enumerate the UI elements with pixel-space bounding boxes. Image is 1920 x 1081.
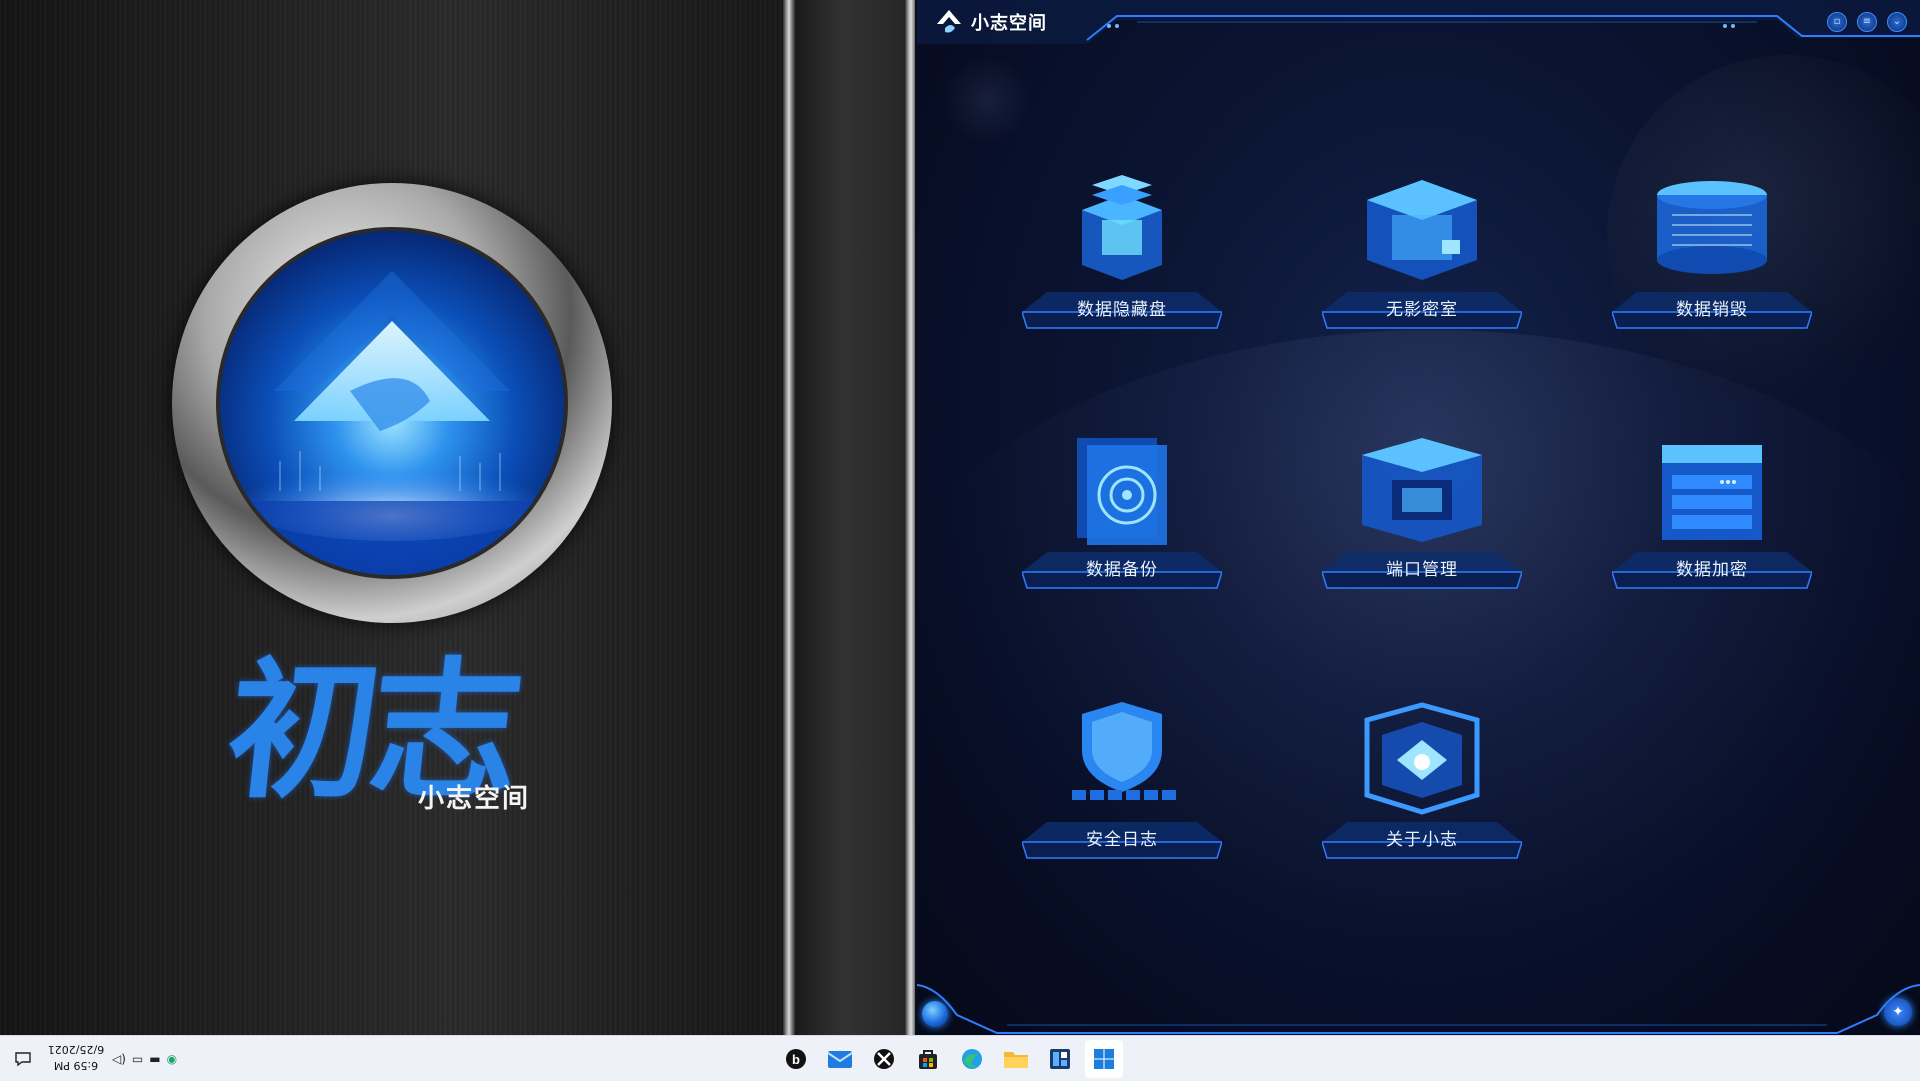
notification-icon[interactable]	[4, 1040, 42, 1078]
volume-icon[interactable]: ◁)	[112, 1052, 126, 1066]
start-icon[interactable]	[1085, 1040, 1123, 1078]
tile-security-log[interactable]: 安全日志	[1020, 700, 1224, 865]
port-cube-icon	[1322, 430, 1522, 560]
taskbar: 6:59 PM 6/25/2021 ◁) ▭ ▬ ◉ b	[0, 1035, 1920, 1081]
xbox-icon[interactable]	[865, 1040, 903, 1078]
tile-shadowless-room[interactable]: 无影密室	[1320, 170, 1524, 335]
tile-port-management[interactable]: 端口管理	[1320, 430, 1524, 595]
metal-strip	[795, 0, 915, 1035]
tile-label: 数据备份	[1086, 560, 1158, 580]
brand-logo-emblem	[172, 183, 612, 623]
clock[interactable]: 6:59 PM 6/25/2021	[44, 1041, 108, 1073]
tile-label: 数据加密	[1676, 560, 1748, 580]
edge-icon[interactable]	[953, 1040, 991, 1078]
battery-icon[interactable]: ▬	[149, 1052, 160, 1066]
system-tray: ◁) ▭ ▬ ◉	[112, 1036, 177, 1081]
app-window: 小志空间 ▫ ≡ ⌄ 数据隐藏盘 无影密室 数据销毁 数据备份 端口管理 数据加…	[917, 0, 1920, 1035]
tile-label: 安全日志	[1086, 830, 1158, 850]
collapse-button[interactable]: ⌄	[1887, 12, 1907, 32]
vault-cube-icon	[1322, 170, 1522, 300]
network-icon[interactable]: ▭	[132, 1052, 143, 1066]
bottom-decoration	[917, 975, 1920, 1035]
tile-data-destroy[interactable]: 数据销毁	[1610, 170, 1814, 335]
settings-orb-icon[interactable]: ✦	[1884, 998, 1912, 1026]
desktop-wallpaper: 初志 小志空间	[0, 0, 915, 1035]
brand-subtitle: 小志空间	[418, 784, 531, 814]
brand-logo-icon	[216, 227, 568, 579]
metal-divider-right	[905, 0, 915, 1035]
shield-log-icon	[1022, 700, 1222, 830]
tile-label: 端口管理	[1386, 560, 1458, 580]
tile-label: 数据隐藏盘	[1077, 300, 1167, 320]
tile-label: 无影密室	[1386, 300, 1458, 320]
svg-text:b: b	[792, 1052, 800, 1067]
edge-tray-icon[interactable]: ◉	[167, 1052, 177, 1066]
tile-data-backup[interactable]: 数据备份	[1020, 430, 1224, 595]
store-icon[interactable]	[909, 1040, 947, 1078]
tile-label: 关于小志	[1386, 830, 1458, 850]
orb-button[interactable]	[922, 1001, 948, 1027]
backup-disk-icon	[1022, 430, 1222, 560]
stacked-box-icon	[1022, 170, 1222, 300]
encrypted-server-icon	[1612, 430, 1812, 560]
tile-data-hide-disk[interactable]: 数据隐藏盘	[1020, 170, 1224, 335]
shredder-icon	[1612, 170, 1812, 300]
small-moon-background	[942, 55, 1032, 145]
app-title: 小志空间	[971, 13, 1047, 34]
menu-button[interactable]: ≡	[1857, 12, 1877, 32]
title-bar[interactable]: 小志空间 ▫ ≡ ⌄	[917, 0, 1920, 44]
mail-icon[interactable]	[821, 1040, 859, 1078]
clock-date: 6/25/2021	[47, 1043, 105, 1056]
minimize-button[interactable]: ▫	[1827, 12, 1847, 32]
metal-divider	[783, 0, 795, 1035]
tile-label: 数据销毁	[1676, 300, 1748, 320]
file-explorer-icon[interactable]	[997, 1040, 1035, 1078]
bing-icon[interactable]: b	[777, 1040, 815, 1078]
widgets-icon[interactable]	[1041, 1040, 1079, 1078]
tile-about[interactable]: 关于小志	[1320, 700, 1524, 865]
clock-time: 6:59 PM	[53, 1059, 99, 1072]
tile-data-encryption[interactable]: 数据加密	[1610, 430, 1814, 595]
about-cube-icon	[1322, 700, 1522, 830]
app-logo-icon	[935, 8, 963, 36]
